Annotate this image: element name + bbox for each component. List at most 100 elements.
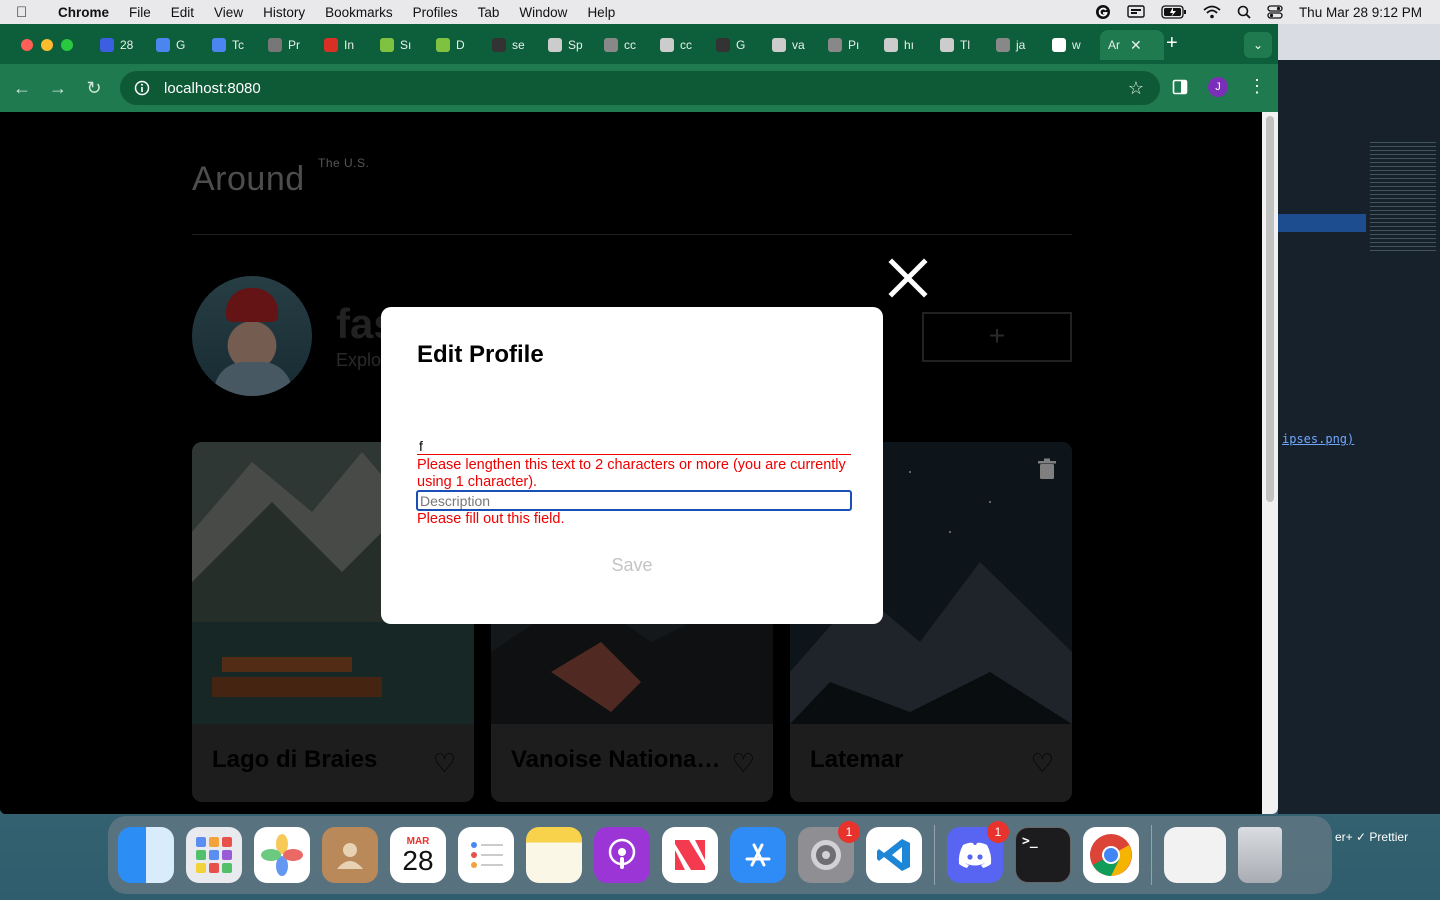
google-chrome-icon[interactable] xyxy=(1083,827,1139,883)
app-store-icon[interactable] xyxy=(730,827,786,883)
close-tab-icon[interactable]: ✕ xyxy=(1130,37,1142,54)
contacts-icon[interactable] xyxy=(322,827,378,883)
notes-icon[interactable] xyxy=(526,827,582,883)
wifi-icon[interactable] xyxy=(1203,5,1221,19)
browser-tab[interactable]: ja xyxy=(988,30,1044,60)
discord-icon[interactable]: 1 xyxy=(947,821,1009,883)
chrome-menu-icon[interactable]: ⋮ xyxy=(1248,76,1266,97)
tab-strip: 28 G Tc Pr In Sı Dse Sp cc cc Gva Pı hı Tl ja w Ar ✕ + ⌄ xyxy=(0,24,1278,64)
menu-edit[interactable]: Edit xyxy=(171,5,194,20)
back-button[interactable]: ← xyxy=(4,78,40,99)
control-center-icon[interactable] xyxy=(1267,5,1283,19)
menu-bookmarks[interactable]: Bookmarks xyxy=(325,5,393,20)
tab-search-button[interactable]: ⌄ xyxy=(1244,32,1272,58)
save-button[interactable]: Save xyxy=(417,553,847,577)
tab-label: Sı xyxy=(400,38,412,52)
active-browser-tab[interactable]: Ar ✕ xyxy=(1100,30,1164,60)
close-modal-icon[interactable] xyxy=(886,256,930,300)
reload-button[interactable]: ↻ xyxy=(76,78,112,99)
browser-tab[interactable]: hı xyxy=(876,30,932,60)
podcasts-icon[interactable] xyxy=(594,827,650,883)
dock-separator xyxy=(934,825,935,885)
browser-tab[interactable]: w xyxy=(1044,30,1100,60)
browser-tab[interactable]: 28 xyxy=(92,30,148,60)
name-input[interactable] xyxy=(417,437,851,455)
menu-tab[interactable]: Tab xyxy=(478,5,500,20)
tab-favicon-icon xyxy=(436,38,450,52)
menu-help[interactable]: Help xyxy=(587,5,615,20)
tab-label: Tc xyxy=(232,38,244,52)
terminal-icon[interactable]: >_ xyxy=(1015,827,1071,883)
browser-tab[interactable]: G xyxy=(708,30,764,60)
browser-toolbar: ← → ↻ localhost:8080 ☆ J ⋮ xyxy=(0,64,1278,112)
browser-tab[interactable]: Tl xyxy=(932,30,988,60)
profile-avatar[interactable]: J xyxy=(1208,76,1228,97)
edit-profile-modal: Edit Profile Please lengthen this text t… xyxy=(381,307,883,624)
launchpad-icon[interactable] xyxy=(186,827,242,883)
side-panel-icon[interactable] xyxy=(1172,79,1188,95)
news-icon[interactable] xyxy=(662,827,718,883)
vscode-icon[interactable] xyxy=(866,827,922,883)
tab-label: In xyxy=(344,38,355,52)
browser-tab[interactable]: Sı xyxy=(372,30,428,60)
browser-tab[interactable]: D xyxy=(428,30,484,60)
tab-label: Tl xyxy=(960,38,970,52)
browser-tab[interactable]: G xyxy=(148,30,204,60)
system-settings-icon[interactable]: 1 xyxy=(798,821,860,883)
battery-icon[interactable] xyxy=(1161,5,1187,19)
calendar-day: 28 xyxy=(402,844,434,876)
menu-view[interactable]: View xyxy=(214,5,243,20)
description-input[interactable] xyxy=(416,490,852,511)
dock: MAR 28 1 1 >_ xyxy=(108,816,1332,894)
apple-icon[interactable]:  xyxy=(16,4,46,21)
page-viewport: Around The U.S. fas Explo + Lago di Brai… xyxy=(0,112,1278,814)
description-error-message: Please fill out this field. xyxy=(417,511,565,527)
menu-window[interactable]: Window xyxy=(519,5,567,20)
close-window-button[interactable] xyxy=(21,39,33,51)
browser-tab[interactable]: Pr xyxy=(260,30,316,60)
browser-tab[interactable]: In xyxy=(316,30,372,60)
browser-tab[interactable]: Pı xyxy=(820,30,876,60)
selected-line xyxy=(1278,214,1366,232)
recent-document-thumbnail[interactable] xyxy=(1164,827,1226,883)
tab-favicon-icon xyxy=(884,38,898,52)
tab-label: G xyxy=(736,38,746,52)
site-info-icon[interactable] xyxy=(134,80,150,96)
browser-tab[interactable]: Sp xyxy=(540,30,596,60)
browser-tab[interactable]: cc xyxy=(652,30,708,60)
display-icon[interactable] xyxy=(1127,5,1145,19)
calendar-icon[interactable]: MAR 28 xyxy=(390,827,446,883)
reminders-icon[interactable] xyxy=(458,827,514,883)
new-tab-button[interactable]: + xyxy=(1166,32,1178,55)
tab-favicon-icon xyxy=(492,38,506,52)
browser-tab[interactable]: Tc xyxy=(204,30,260,60)
zoom-window-button[interactable] xyxy=(61,39,73,51)
tab-label: 28 xyxy=(120,38,134,52)
menubar-clock[interactable]: Thu Mar 28 9:12 PM xyxy=(1299,5,1422,20)
photos-icon[interactable] xyxy=(254,827,310,883)
finder-icon[interactable] xyxy=(118,827,174,883)
address-bar[interactable]: localhost:8080 ☆ xyxy=(120,71,1160,105)
browser-tab[interactable]: se xyxy=(484,30,540,60)
minimize-window-button[interactable] xyxy=(41,39,53,51)
page-scrollbar[interactable] xyxy=(1262,112,1278,814)
grammarly-icon[interactable] xyxy=(1095,4,1111,20)
bookmark-star-icon[interactable]: ☆ xyxy=(1128,78,1144,99)
tab-favicon-icon xyxy=(940,38,954,52)
tab-favicon-icon xyxy=(324,38,338,52)
menu-app-name[interactable]: Chrome xyxy=(58,5,109,20)
tab-label: cc xyxy=(624,38,636,52)
scrollbar-thumb[interactable] xyxy=(1266,116,1274,502)
url-text[interactable]: localhost:8080 xyxy=(164,80,261,97)
code-fragment: ipses.png) xyxy=(1282,432,1355,446)
tab-favicon-icon xyxy=(716,38,730,52)
spotlight-search-icon[interactable] xyxy=(1237,5,1251,19)
trash-icon[interactable] xyxy=(1238,827,1282,883)
browser-tab[interactable]: cc xyxy=(596,30,652,60)
menu-history[interactable]: History xyxy=(263,5,305,20)
forward-button[interactable]: → xyxy=(40,78,76,99)
menu-profiles[interactable]: Profiles xyxy=(413,5,458,20)
modal-title: Edit Profile xyxy=(417,341,544,368)
menu-file[interactable]: File xyxy=(129,5,151,20)
browser-tab[interactable]: va xyxy=(764,30,820,60)
